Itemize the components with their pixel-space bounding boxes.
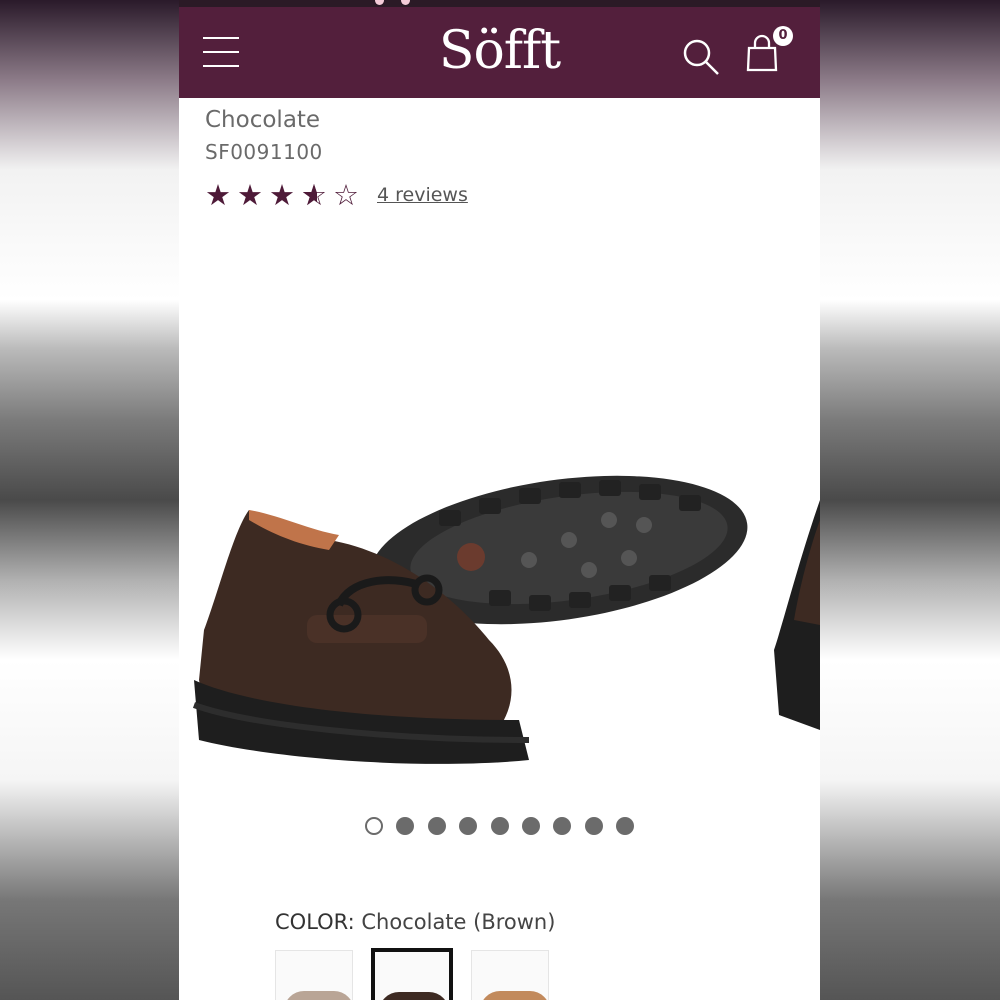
selected-color-value: Chocolate (Brown) [361, 910, 556, 934]
gallery-dot-7[interactable] [553, 817, 572, 835]
star-empty-icon: ☆ [333, 178, 359, 212]
product-sku: SF0091100 [205, 140, 323, 164]
gallery-dot-1[interactable] [365, 817, 383, 835]
gallery-pagination [365, 817, 648, 835]
search-button[interactable] [681, 37, 721, 77]
color-selector-label: COLOR: Chocolate (Brown) [275, 910, 555, 934]
gallery-dot-9[interactable] [616, 817, 635, 835]
star-half-icon: ★ ☆ [301, 178, 327, 212]
color-label-prefix: COLOR: [275, 910, 355, 934]
site-header: Söfft 0 [179, 7, 820, 98]
gallery-dot-8[interactable] [584, 817, 603, 835]
star-full-icon: ★ [269, 178, 295, 212]
gallery-dot-6[interactable] [521, 817, 540, 835]
search-icon [683, 39, 719, 75]
gallery-dot-5[interactable] [490, 817, 509, 835]
cart-button[interactable]: 0 [745, 26, 793, 75]
reviews-link[interactable]: 4 reviews [377, 184, 468, 206]
color-swatch-taupe[interactable] [275, 950, 353, 1000]
color-swatch-tan[interactable] [471, 950, 549, 1000]
status-strip [179, 0, 820, 7]
gallery-dot-3[interactable] [427, 817, 446, 835]
star-full-icon: ★ [237, 178, 263, 212]
gallery-dot-2[interactable] [396, 817, 415, 835]
next-product-image-peek [774, 500, 820, 730]
brand-logo[interactable]: Söfft [179, 21, 820, 81]
product-color-name: Chocolate [205, 107, 321, 133]
background-blur-right [820, 0, 1000, 1000]
color-swatches [275, 948, 567, 1000]
color-swatch-chocolate[interactable] [371, 948, 453, 1000]
product-rating: ★ ★ ★ ★ ☆ ☆ 4 reviews [205, 178, 468, 212]
gallery-dot-4[interactable] [459, 817, 478, 835]
background-blur-left [0, 0, 179, 1000]
phone-screen: Söfft 0 Chocolate SF0091100 ★ ★ ★ ★ ☆ ☆ 4… [179, 0, 820, 1000]
product-image[interactable] [189, 440, 769, 800]
star-full-icon: ★ [205, 178, 231, 212]
cart-count-badge: 0 [773, 26, 793, 46]
